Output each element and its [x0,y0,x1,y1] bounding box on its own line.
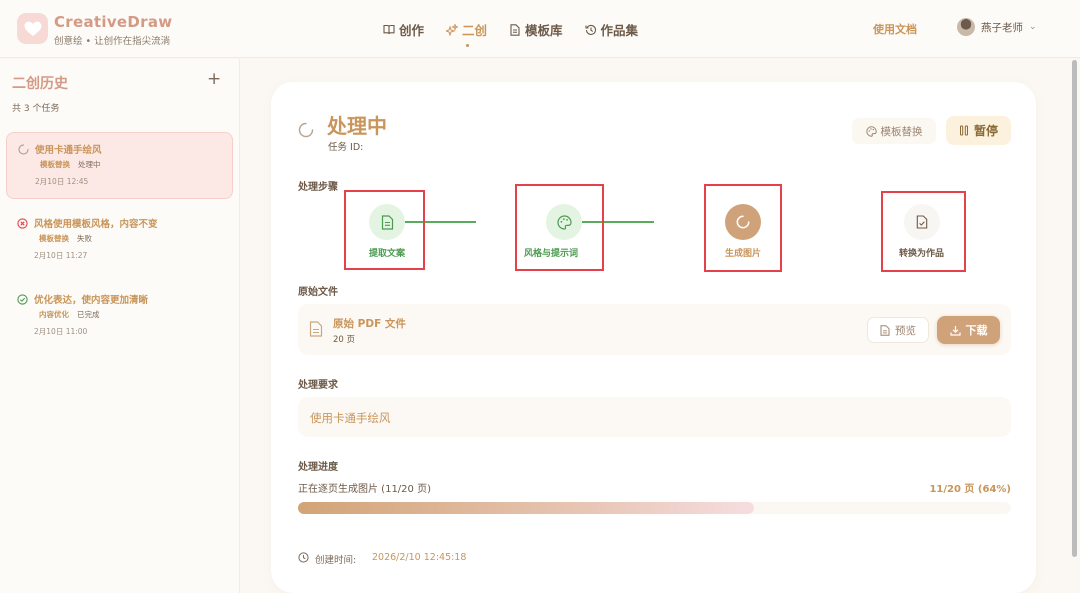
add-icon[interactable]: + [207,71,221,88]
file-check-icon [916,215,928,229]
heart-logo-icon[interactable] [17,13,48,44]
requirement-text: 使用卡通手绘风 [310,411,391,425]
download-label: 下载 [965,324,988,337]
pause-icon [959,125,968,136]
app-name: CreativeDraw [54,13,173,31]
created-label: 创建时间: [315,555,357,566]
docs-link[interactable]: 使用文档 [873,21,917,37]
history-sidebar: 二创历史 + 共 3 个任务 使用卡通手绘风 模板替换 处理中 2月10日 12… [0,59,240,593]
avatar [957,18,975,36]
step-label: 转换为作品 [899,249,945,259]
task-count: 共 3 个任务 [12,104,60,114]
task-id: 任务 ID: [328,142,364,153]
preview-label: 预览 [895,324,916,337]
file-pages: 20 页 [333,335,356,345]
nav-create-label: 创作 [399,23,425,38]
step-extract-text[interactable] [369,204,405,240]
scrollbar[interactable] [1072,60,1077,557]
user-menu[interactable]: 燕子老师 ⌄ [957,18,1037,36]
task-status: 处理中 [78,160,101,169]
book-icon [383,24,395,36]
download-button[interactable]: 下载 [937,316,1000,344]
spinner-icon [18,144,29,155]
task-status: 已完成 [77,310,100,319]
task-tag: 内容优化 [39,310,69,319]
error-circle-icon [17,218,28,229]
step-style-prompt[interactable] [546,204,582,240]
requirement-box [298,397,1011,437]
step-convert-to-work[interactable] [904,204,940,240]
file-icon [309,321,323,337]
steps-heading: 处理步骤 [298,182,338,193]
task-meta: 模板替换 处理中 [40,159,101,170]
nav-gallery-label: 作品集 [600,23,639,38]
document-icon [880,324,890,336]
chevron-down-icon: ⌄ [1029,22,1037,32]
task-tag: 模板替换 [39,234,69,243]
task-tag: 模板替换 [40,160,70,169]
nav-remix-label: 二创 [462,23,488,38]
progress-fill [298,502,755,514]
created-time: 2026/2/10 12:45:18 [372,552,467,563]
history-icon [584,24,597,36]
progress-bar [298,502,1011,514]
nav-templates-label: 模板库 [525,23,563,38]
template-replace-button[interactable]: 模板替换 [852,118,936,144]
palette-icon [865,125,877,137]
step-label: 生成图片 [725,249,762,259]
task-time: 2月10日 11:27 [34,251,88,260]
progress-value: 11/20 页 (64%) [929,484,1011,495]
file-name: 原始 PDF 文件 [333,318,406,330]
task-title: 优化表达，使内容更加清晰 [34,295,149,306]
spinner-icon [736,215,750,229]
sidebar-title: 二创历史 [12,76,68,92]
pause-button[interactable]: 暂停 [946,116,1011,145]
status-title: 处理中 [327,114,387,138]
preview-button[interactable]: 预览 [867,317,929,343]
task-item[interactable]: 风格使用模板风格，内容不变 模板替换 失败 2月10日 11:27 [6,207,233,274]
task-time: 2月10日 12:45 [35,177,89,186]
main-nav: 创作 二创 模板库 作品集 [383,20,639,47]
step-label: 提取文案 [369,249,406,259]
task-item[interactable]: 优化表达，使内容更加清晰 内容优化 已完成 2月10日 11:00 [6,283,233,350]
task-item[interactable]: 使用卡通手绘风 模板替换 处理中 2月10日 12:45 [6,132,233,199]
requirement-heading: 处理要求 [298,380,338,391]
pause-label: 暂停 [973,124,998,138]
task-time: 2月10日 11:00 [34,327,88,336]
nav-create[interactable]: 创作 [383,20,424,39]
palette-icon [556,214,572,230]
step-label: 风格与提示词 [524,249,579,259]
sparkle-icon [446,23,459,36]
task-status: 失败 [77,234,92,243]
clock-icon [298,552,309,563]
user-name: 燕子老师 [981,21,1023,34]
task-title: 使用卡通手绘风 [35,145,102,156]
spinner-icon [298,122,314,138]
progress-text: 正在逐页生成图片 (11/20 页) [298,484,431,495]
download-icon [949,325,961,336]
document-icon [509,23,521,36]
template-replace-label: 模板替换 [880,125,923,138]
task-title: 风格使用模板风格，内容不变 [34,219,158,230]
nav-templates[interactable]: 模板库 [509,20,563,39]
progress-heading: 处理进度 [298,462,338,473]
task-meta: 内容优化 已完成 [39,309,100,320]
nav-gallery[interactable]: 作品集 [584,20,639,39]
task-meta: 模板替换 失败 [39,233,92,244]
top-header: CreativeDraw 创意绘 • 让创作在指尖流淌 创作 二创 模板库 作品… [0,0,1080,58]
check-circle-icon [17,294,28,305]
app-tagline: 创意绘 • 让创作在指尖流淌 [54,36,171,47]
nav-remix[interactable]: 二创 [446,20,488,47]
file-heading: 原始文件 [298,287,338,298]
document-icon [381,214,393,230]
step-generate-images[interactable] [725,204,761,240]
